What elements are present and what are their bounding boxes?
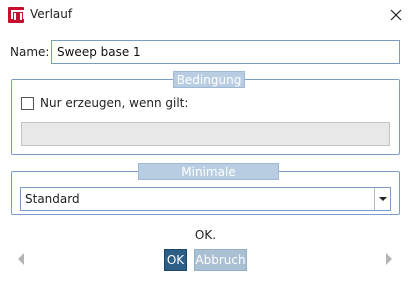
arrow-right-icon[interactable] [386,253,392,265]
name-input[interactable] [51,40,400,64]
chevron-down-icon[interactable] [374,188,390,210]
cancel-button[interactable]: Abbruch [194,249,247,271]
window-title: Verlauf [30,7,73,21]
condition-expression-field [21,122,390,146]
rasterization-select[interactable]: Standard [20,187,391,211]
arrow-left-icon[interactable] [18,253,24,265]
close-icon[interactable] [386,5,406,25]
rasterization-legend: Minimale Aufrasterung: [138,163,279,196]
condition-checkbox[interactable] [21,97,34,110]
title-bar: Verlauf [0,0,411,30]
condition-checkbox-label[interactable]: Nur erzeugen, wenn gilt: [40,96,188,110]
name-label: Name: [10,45,50,59]
status-text: OK. [194,228,217,242]
app-icon [8,7,25,23]
rasterization-selected-value: Standard [25,192,80,206]
ok-button[interactable]: OK [164,249,187,271]
condition-legend: Bedingung [173,71,245,88]
